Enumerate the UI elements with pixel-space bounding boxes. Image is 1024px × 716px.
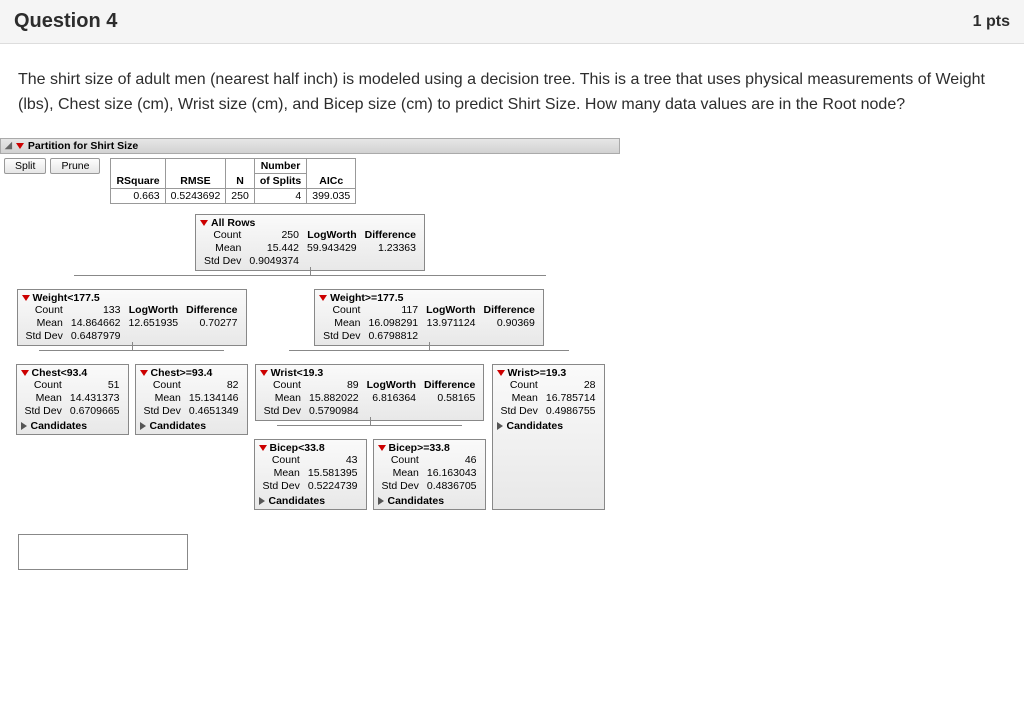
node-chest-lt: Chest<93.4 Count51 Mean14.431373 Std Dev… [16,364,129,435]
split-button[interactable]: Split [4,158,46,174]
node-title: All Rows [211,217,255,229]
node-chest-ge: Chest>=93.4 Count82 Mean15.134146 Std De… [135,364,248,435]
val-n: 250 [226,188,255,203]
node-title: Bicep>=33.8 [389,442,450,454]
decision-tree: All Rows Count250LogWorthDifference Mean… [0,208,620,510]
expand-icon [497,422,503,430]
node-weight-lt: Weight<177.5 Count133LogWorthDifference … [17,289,247,346]
val-numsplits: 4 [254,188,306,203]
col-aicc: AICc [307,158,356,188]
expand-icon [140,422,146,430]
prune-button[interactable]: Prune [50,158,100,174]
hotspot-icon [22,295,30,301]
node-wrist-ge: Wrist>=19.3 Count28 Mean16.785714 Std De… [492,364,605,510]
jmp-output: ◢ Partition for Shirt Size Split Prune R… [0,138,620,510]
val-rmse: 0.5243692 [165,188,226,203]
node-root: All Rows Count250LogWorthDifference Mean… [195,214,425,271]
node-title: Weight<177.5 [33,292,100,304]
control-row: Split Prune RSquare RMSE N Number AICc o… [0,154,620,208]
expand-icon [378,497,384,505]
node-bicep-ge: Bicep>=33.8 Count46 Mean16.163043 Std De… [373,439,486,510]
hotspot-icon [140,370,148,376]
hotspot-icon [378,445,386,451]
node-wrist-lt: Wrist<19.3 Count89LogWorthDifference Mea… [255,364,485,421]
expand-icon [259,497,265,505]
expand-icon [21,422,27,430]
hotspot-icon [16,143,24,149]
col-rsquare: RSquare [111,158,165,188]
question-prompt: The shirt size of adult men (nearest hal… [0,44,1024,132]
disclosure-icon: ◢ [5,140,12,151]
val-rsquare: 0.663 [111,188,165,203]
panel-title: Partition for Shirt Size [28,140,138,152]
question-title: Question 4 [14,10,117,33]
node-bicep-lt: Bicep<33.8 Count43 Mean15.581395 Std Dev… [254,439,367,510]
hotspot-icon [497,370,505,376]
node-title: Weight>=177.5 [330,292,403,304]
hotspot-icon [319,295,327,301]
val-aicc: 399.035 [307,188,356,203]
node-title: Chest>=93.4 [151,367,213,379]
node-title: Wrist>=19.3 [508,367,567,379]
answer-input[interactable] [18,534,188,570]
hotspot-icon [200,220,208,226]
question-points: 1 pts [973,13,1010,31]
panel-header: ◢ Partition for Shirt Size [0,138,620,154]
node-title: Bicep<33.8 [270,442,325,454]
node-title: Wrist<19.3 [271,367,324,379]
col-numsplits-top: Number [254,158,306,173]
col-rmse: RMSE [165,158,226,188]
hotspot-icon [259,445,267,451]
col-numsplits-bot: of Splits [254,173,306,188]
node-title: Chest<93.4 [32,367,88,379]
hotspot-icon [260,370,268,376]
summary-table: RSquare RMSE N Number AICc of Splits 0.6… [110,158,356,204]
hotspot-icon [21,370,29,376]
question-header: Question 4 1 pts [0,0,1024,44]
col-n: N [226,158,255,188]
node-weight-ge: Weight>=177.5 Count117LogWorthDifference… [314,289,544,346]
